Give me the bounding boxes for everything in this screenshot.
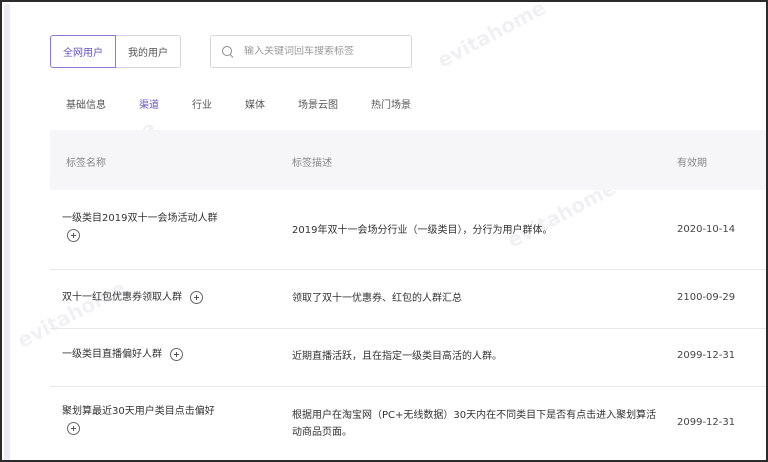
- tag-description: 领取了双十一优惠券、红包的人群汇总: [292, 293, 462, 304]
- tag-search-box[interactable]: [210, 35, 412, 68]
- category-tabs: 基础信息 渠道 行业 媒体 场景云图 热门场景: [66, 96, 411, 111]
- tab-basic-info[interactable]: 基础信息: [66, 96, 106, 111]
- table-row: 一级类目直播偏好人群 近期直播活跃，且在指定一级类目高活的人群。 2099-12…: [50, 329, 766, 387]
- tab-industry[interactable]: 行业: [192, 96, 212, 111]
- column-header-expiry: 有效期: [677, 158, 707, 169]
- tab-channel[interactable]: 渠道: [139, 96, 159, 111]
- table-row: 双十一红包优惠券领取人群 领取了双十一优惠券、红包的人群汇总 2100-09-2…: [50, 270, 766, 329]
- column-header-description: 标签描述: [292, 158, 332, 169]
- app-frame: evitahome evitahome evitahome evitahome …: [0, 0, 768, 462]
- tag-expiry: 2100-09-29: [677, 292, 736, 303]
- table-row: 一级类目2019双十一会场活动人群 2019年双十一会场分行业（一级类目），分行…: [50, 190, 766, 270]
- table-row: 聚划算最近30天用户类目点击偏好 根据用户在淘宝网（PC+无线数据）30天内在不…: [50, 387, 766, 460]
- tag-name: 一级类目2019双十一会场活动人群: [62, 213, 218, 224]
- tab-hot-scenes[interactable]: 热门场景: [371, 96, 411, 111]
- table-header: 标签名称 标签描述 有效期: [50, 130, 766, 190]
- column-header-name: 标签名称: [66, 158, 106, 169]
- my-users-button[interactable]: 我的用户: [116, 35, 181, 68]
- tag-name: 聚划算最近30天用户类目点击偏好: [62, 406, 215, 417]
- tag-search-input[interactable]: [244, 46, 404, 57]
- tag-name: 双十一红包优惠券领取人群: [62, 292, 182, 303]
- tab-scene-cloud[interactable]: 场景云图: [298, 96, 338, 111]
- user-scope-toggle: 全网用户 我的用户: [50, 35, 181, 68]
- tag-description: 近期直播活跃，且在指定一级类目高活的人群。: [292, 351, 502, 362]
- tag-name-cell: 双十一红包优惠券领取人群: [62, 290, 302, 306]
- add-tag-icon[interactable]: [190, 290, 203, 304]
- tab-media[interactable]: 媒体: [245, 96, 265, 111]
- add-tag-icon[interactable]: [170, 347, 183, 361]
- tag-expiry: 2099-12-31: [677, 417, 736, 428]
- left-sidebar-strip: [4, 4, 10, 460]
- tag-name-cell: 一级类目直播偏好人群: [62, 347, 262, 363]
- watermark: evitahome: [433, 0, 550, 73]
- add-tag-icon[interactable]: [67, 422, 80, 435]
- tag-description: 根据用户在淘宝网（PC+无线数据）30天内在不同类目下是否有点击进入聚划算活动商…: [292, 410, 657, 438]
- tag-name-cell: 一级类目2019双十一会场活动人群: [62, 211, 262, 242]
- tag-name-cell: 聚划算最近30天用户类目点击偏好: [62, 404, 262, 435]
- tag-table: 标签名称 标签描述 有效期 一级类目2019双十一会场活动人群 2019年双十一…: [50, 130, 766, 438]
- search-icon: [221, 45, 235, 59]
- tag-description: 2019年双十一会场分行业（一级类目），分行为用户群体。: [292, 225, 553, 236]
- tag-expiry: 2099-12-31: [677, 350, 736, 361]
- add-tag-icon[interactable]: [67, 229, 80, 242]
- all-users-button[interactable]: 全网用户: [50, 35, 116, 68]
- tag-name: 一级类目直播偏好人群: [62, 349, 162, 360]
- tag-expiry: 2020-10-14: [677, 224, 736, 235]
